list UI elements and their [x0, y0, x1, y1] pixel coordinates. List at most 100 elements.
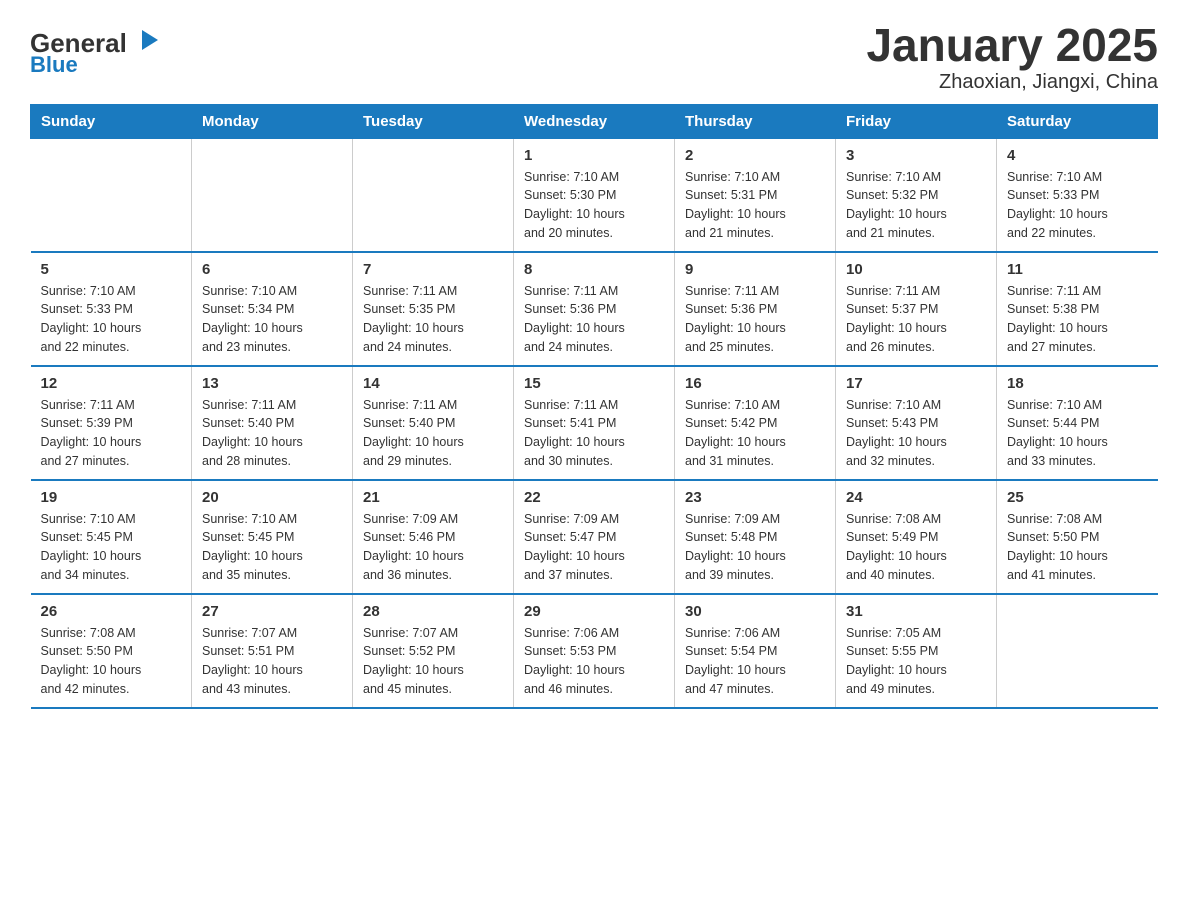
calendar-day-cell: 14Sunrise: 7:11 AMSunset: 5:40 PMDayligh… — [353, 366, 514, 480]
day-info: Sunrise: 7:10 AMSunset: 5:34 PMDaylight:… — [202, 282, 342, 357]
day-info: Sunrise: 7:11 AMSunset: 5:39 PMDaylight:… — [41, 396, 182, 471]
calendar-day-cell: 28 Sunrise: 7:07 AMSunset: 5:52 PMDayligh… — [353, 594, 514, 708]
calendar-day-cell: 15 Sunrise: 7:11 AMSunset: 5:41 PMDayligh… — [514, 366, 675, 480]
day-info: Sunrise: 7:10 AMSunset: 5:33 PMDaylight:… — [41, 282, 182, 357]
day-number: 23 — [685, 489, 825, 506]
day-number: 27 — [202, 603, 342, 620]
logo-text: General Blue — [30, 20, 160, 80]
day-number: 10 — [846, 261, 986, 278]
day-info: Sunrise: 7:11 AMSunset: 5:36 PMDaylight:… — [524, 282, 664, 357]
day-number: 19 — [41, 489, 182, 506]
day-number: 12 — [41, 375, 182, 392]
calendar-week-row: 26Sunrise: 7:08 AMSunset: 5:50 PMDayligh… — [31, 594, 1158, 708]
calendar-day-cell: 26Sunrise: 7:08 AMSunset: 5:50 PMDayligh… — [31, 594, 192, 708]
day-number: 11 — [1007, 261, 1148, 278]
calendar-day-cell: 18 Sunrise: 7:10 AMSunset: 5:44 PMDayligh… — [997, 366, 1158, 480]
day-of-week-header: Tuesday — [353, 104, 514, 138]
day-of-week-header: Friday — [836, 104, 997, 138]
day-number: 15 — [524, 375, 664, 392]
calendar-week-row: 1Sunrise: 7:10 AMSunset: 5:30 PMDaylight… — [31, 138, 1158, 252]
day-info: Sunrise: 7:11 AMSunset: 5:40 PMDaylight:… — [202, 396, 342, 471]
day-number: 4 — [1007, 147, 1148, 164]
calendar-day-cell: 31 Sunrise: 7:05 AMSunset: 5:55 PMDayligh… — [836, 594, 997, 708]
calendar-day-cell — [353, 138, 514, 252]
day-number: 22 — [524, 489, 664, 506]
calendar-day-cell: 4 Sunrise: 7:10 AMSunset: 5:33 PMDaylight… — [997, 138, 1158, 252]
calendar-week-row: 12 Sunrise: 7:11 AMSunset: 5:39 PMDayligh… — [31, 366, 1158, 480]
calendar-day-cell: 3Sunrise: 7:10 AMSunset: 5:32 PMDaylight… — [836, 138, 997, 252]
day-info: Sunrise: 7:11 AMSunset: 5:41 PMDaylight:… — [524, 396, 664, 471]
day-info: Sunrise: 7:10 AMSunset: 5:42 PMDaylight:… — [685, 396, 825, 471]
day-number: 2 — [685, 147, 825, 164]
day-number: 1 — [524, 147, 664, 164]
calendar-day-cell: 11Sunrise: 7:11 AMSunset: 5:38 PMDayligh… — [997, 252, 1158, 366]
calendar-day-cell: 6 Sunrise: 7:10 AMSunset: 5:34 PMDaylight… — [192, 252, 353, 366]
calendar-table: SundayMondayTuesdayWednesdayThursdayFrid… — [30, 104, 1158, 709]
day-info: Sunrise: 7:10 AMSunset: 5:33 PMDaylight:… — [1007, 168, 1148, 243]
calendar-week-row: 19 Sunrise: 7:10 AMSunset: 5:45 PMDayligh… — [31, 480, 1158, 594]
day-info: Sunrise: 7:11 AMSunset: 5:35 PMDaylight:… — [363, 282, 503, 357]
day-info: Sunrise: 7:11 AMSunset: 5:36 PMDaylight:… — [685, 282, 825, 357]
day-info: Sunrise: 7:10 AMSunset: 5:44 PMDaylight:… — [1007, 396, 1148, 471]
day-info: Sunrise: 7:09 AMSunset: 5:48 PMDaylight:… — [685, 510, 825, 585]
day-of-week-header: Monday — [192, 104, 353, 138]
day-info: Sunrise: 7:08 AMSunset: 5:50 PMDaylight:… — [41, 624, 182, 699]
logo[interactable]: General Blue — [30, 20, 160, 80]
day-info: Sunrise: 7:10 AMSunset: 5:45 PMDaylight:… — [41, 510, 182, 585]
calendar-day-cell: 9 Sunrise: 7:11 AMSunset: 5:36 PMDaylight… — [675, 252, 836, 366]
calendar-day-cell: 30 Sunrise: 7:06 AMSunset: 5:54 PMDayligh… — [675, 594, 836, 708]
day-number: 9 — [685, 261, 825, 278]
day-number: 31 — [846, 603, 986, 620]
calendar-day-cell: 8Sunrise: 7:11 AMSunset: 5:36 PMDaylight… — [514, 252, 675, 366]
day-number: 18 — [1007, 375, 1148, 392]
day-number: 25 — [1007, 489, 1148, 506]
day-info: Sunrise: 7:08 AMSunset: 5:49 PMDaylight:… — [846, 510, 986, 585]
day-info: Sunrise: 7:06 AMSunset: 5:53 PMDaylight:… — [524, 624, 664, 699]
calendar-title: January 2025 — [866, 20, 1158, 71]
calendar-day-cell — [997, 594, 1158, 708]
day-info: Sunrise: 7:11 AMSunset: 5:37 PMDaylight:… — [846, 282, 986, 357]
day-number: 3 — [846, 147, 986, 164]
calendar-day-cell: 19 Sunrise: 7:10 AMSunset: 5:45 PMDayligh… — [31, 480, 192, 594]
calendar-day-cell: 29 Sunrise: 7:06 AMSunset: 5:53 PMDayligh… — [514, 594, 675, 708]
day-number: 6 — [202, 261, 342, 278]
day-info: Sunrise: 7:07 AMSunset: 5:52 PMDaylight:… — [363, 624, 503, 699]
day-number: 28 — [363, 603, 503, 620]
calendar-day-cell: 7 Sunrise: 7:11 AMSunset: 5:35 PMDaylight… — [353, 252, 514, 366]
calendar-week-row: 5 Sunrise: 7:10 AMSunset: 5:33 PMDaylight… — [31, 252, 1158, 366]
day-number: 7 — [363, 261, 503, 278]
day-number: 16 — [685, 375, 825, 392]
day-of-week-header: Saturday — [997, 104, 1158, 138]
page-header: General Blue January 2025 Zhaoxian, Jian… — [30, 20, 1158, 94]
day-number: 30 — [685, 603, 825, 620]
day-info: Sunrise: 7:06 AMSunset: 5:54 PMDaylight:… — [685, 624, 825, 699]
title-block: January 2025 Zhaoxian, Jiangxi, China — [866, 20, 1158, 94]
calendar-body: 1Sunrise: 7:10 AMSunset: 5:30 PMDaylight… — [31, 138, 1158, 708]
calendar-day-cell: 22Sunrise: 7:09 AMSunset: 5:47 PMDayligh… — [514, 480, 675, 594]
calendar-day-cell — [31, 138, 192, 252]
days-of-week-row: SundayMondayTuesdayWednesdayThursdayFrid… — [31, 104, 1158, 138]
day-info: Sunrise: 7:09 AMSunset: 5:46 PMDaylight:… — [363, 510, 503, 585]
svg-text:Blue: Blue — [30, 52, 78, 75]
day-info: Sunrise: 7:08 AMSunset: 5:50 PMDaylight:… — [1007, 510, 1148, 585]
day-number: 13 — [202, 375, 342, 392]
day-of-week-header: Thursday — [675, 104, 836, 138]
day-info: Sunrise: 7:05 AMSunset: 5:55 PMDaylight:… — [846, 624, 986, 699]
calendar-day-cell: 10 Sunrise: 7:11 AMSunset: 5:37 PMDayligh… — [836, 252, 997, 366]
calendar-day-cell: 16 Sunrise: 7:10 AMSunset: 5:42 PMDayligh… — [675, 366, 836, 480]
day-number: 29 — [524, 603, 664, 620]
day-info: Sunrise: 7:07 AMSunset: 5:51 PMDaylight:… — [202, 624, 342, 699]
day-number: 24 — [846, 489, 986, 506]
calendar-day-cell: 1Sunrise: 7:10 AMSunset: 5:30 PMDaylight… — [514, 138, 675, 252]
calendar-day-cell: 20Sunrise: 7:10 AMSunset: 5:45 PMDayligh… — [192, 480, 353, 594]
day-of-week-header: Sunday — [31, 104, 192, 138]
calendar-header: SundayMondayTuesdayWednesdayThursdayFrid… — [31, 104, 1158, 138]
day-of-week-header: Wednesday — [514, 104, 675, 138]
day-number: 5 — [41, 261, 182, 278]
day-number: 14 — [363, 375, 503, 392]
calendar-day-cell: 2Sunrise: 7:10 AMSunset: 5:31 PMDaylight… — [675, 138, 836, 252]
calendar-day-cell: 24 Sunrise: 7:08 AMSunset: 5:49 PMDayligh… — [836, 480, 997, 594]
calendar-day-cell: 25 Sunrise: 7:08 AMSunset: 5:50 PMDayligh… — [997, 480, 1158, 594]
day-number: 20 — [202, 489, 342, 506]
calendar-day-cell: 5 Sunrise: 7:10 AMSunset: 5:33 PMDaylight… — [31, 252, 192, 366]
